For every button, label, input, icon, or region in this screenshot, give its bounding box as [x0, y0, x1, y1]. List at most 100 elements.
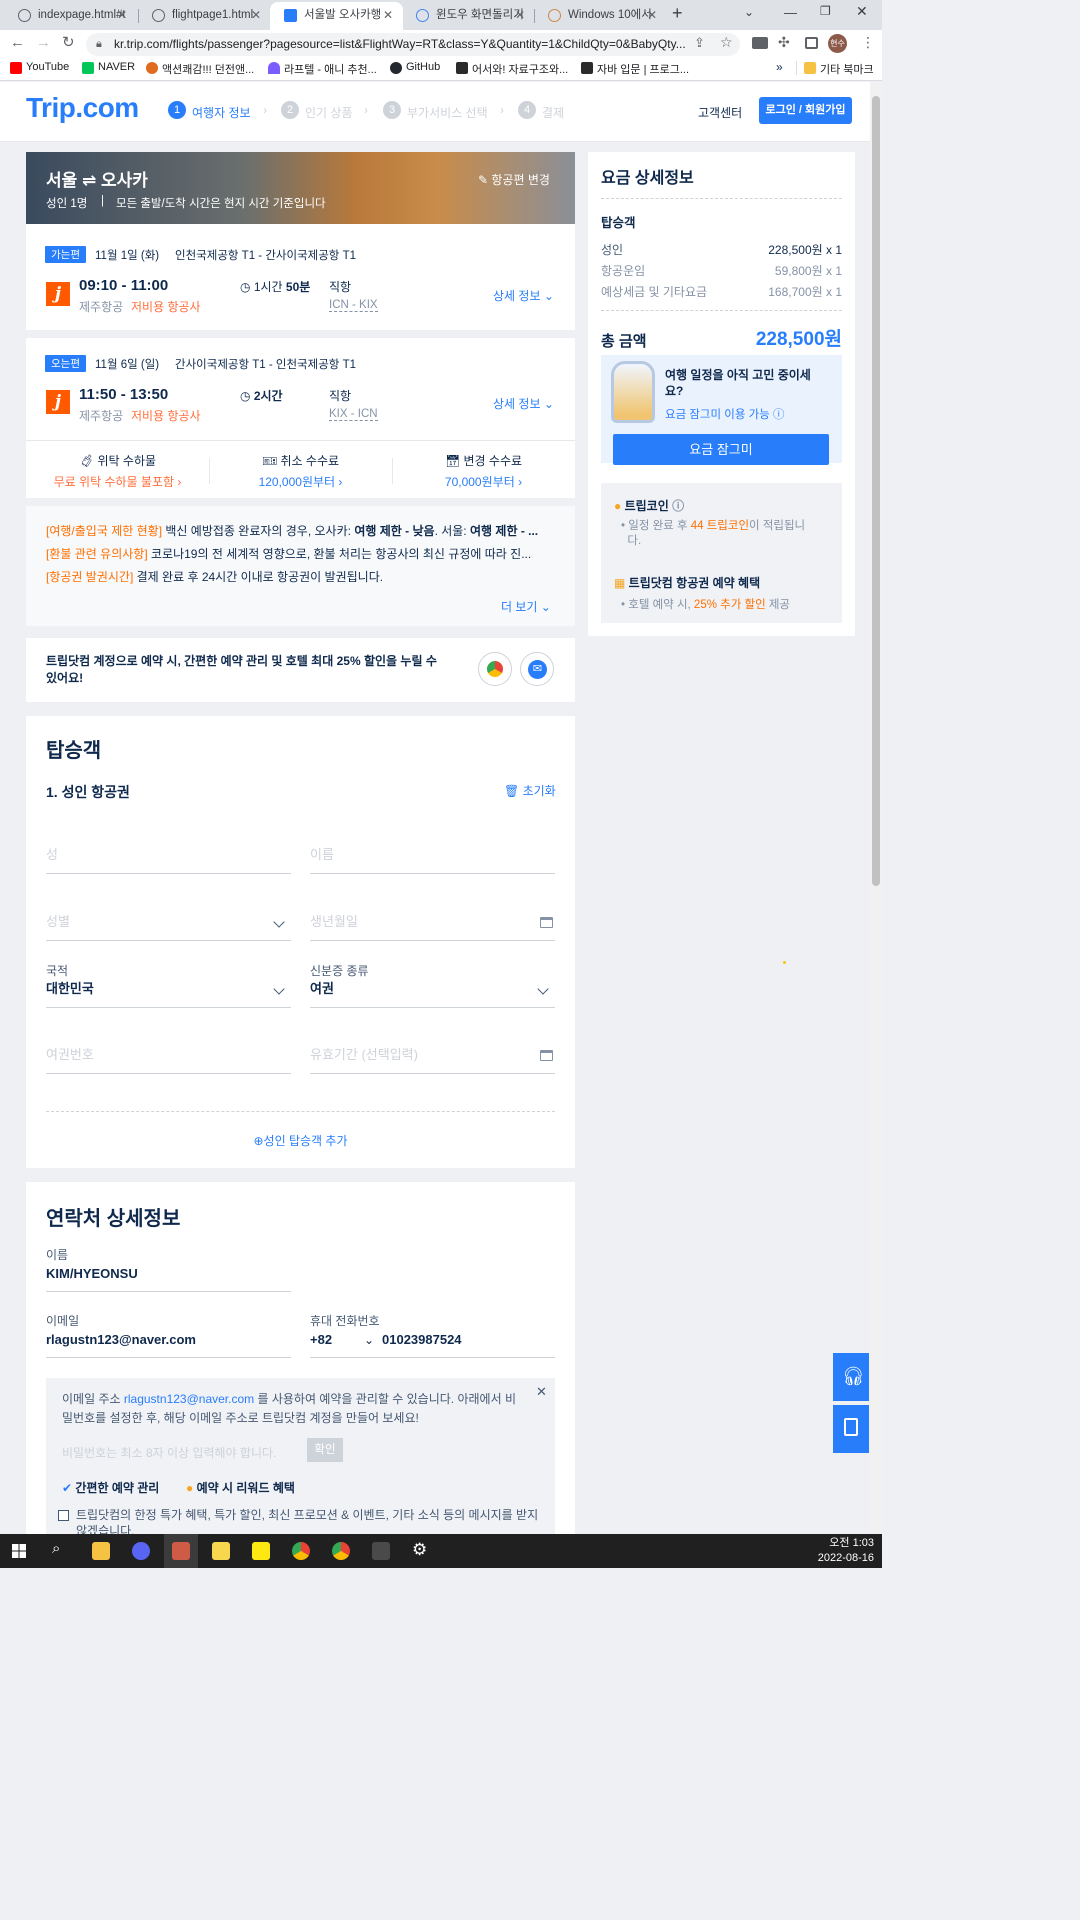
passenger-form-card: 탑승객 1. 성인 항공권 🗑︎ 초기화 성 이름 성별 생년월일 국적 대한민국… — [26, 716, 575, 1168]
country-code-select[interactable]: +82 — [310, 1332, 332, 1347]
price-section-label: 탑승객 — [601, 216, 636, 230]
chrome-login-button[interactable] — [478, 652, 512, 686]
profile-avatar[interactable]: 현수 — [828, 34, 847, 53]
chrome-icon[interactable] — [332, 1542, 350, 1560]
windows-start-icon[interactable] — [12, 1544, 26, 1558]
bookmark-laftel[interactable]: 라프텔 - 애니 추천... — [268, 61, 377, 77]
tripcom-logo[interactable]: Trip.com — [26, 92, 139, 124]
birthdate-field[interactable]: 생년월일 — [310, 901, 555, 941]
gender-select[interactable]: 성별 — [46, 901, 291, 941]
minimize-icon[interactable]: — — [784, 5, 797, 20]
search-icon[interactable]: ⌕ — [52, 1540, 60, 1557]
close-icon[interactable]: ✕ — [536, 1384, 547, 1400]
youtube-icon — [10, 62, 22, 74]
close-icon[interactable]: ✕ — [383, 2, 393, 28]
show-more-link[interactable]: 더 보기 ⌄ — [501, 598, 551, 615]
leg-detail-link[interactable]: 상세 정보 ⌄ — [493, 287, 554, 304]
browser-tab[interactable]: flightpage1.html ✕ — [138, 2, 271, 30]
clock-icon: ◷ — [240, 280, 254, 294]
leg-detail-link[interactable]: 상세 정보 ⌄ — [493, 395, 554, 412]
bookmark-github[interactable]: GitHub — [390, 61, 440, 74]
sidepanel-icon[interactable] — [805, 37, 818, 49]
close-icon[interactable]: ✕ — [117, 2, 127, 28]
browser-tab[interactable]: indexpage.html#t ✕ — [4, 2, 137, 30]
price-details-card: 요금 상세정보 탑승객 성인 228,500원 x 1 항공운임 59,800원… — [588, 152, 855, 636]
sublime-text-icon[interactable] — [372, 1542, 390, 1560]
contact-name-field[interactable]: 이름 KIM/HYEONSU — [46, 1248, 291, 1292]
nationality-select[interactable]: 국적 대한민국 — [46, 964, 291, 1008]
browser-tab[interactable]: 윈도우 화면돌리기 ✕ — [402, 2, 535, 30]
close-window-icon[interactable]: ✕ — [856, 3, 868, 20]
settings-gear-icon[interactable]: ⚙ — [412, 1540, 427, 1560]
bookmark-datastructure[interactable]: 어서와! 자료구조와... — [456, 61, 568, 77]
close-icon[interactable]: ✕ — [251, 2, 261, 28]
bookmark-dungeon[interactable]: 액션쾌감!!! 던전앤... — [146, 61, 254, 77]
share-icon[interactable]: ⇪ — [694, 35, 705, 51]
password-confirm-button[interactable]: 확인 — [307, 1438, 343, 1462]
reset-button[interactable]: 🗑︎ 초기화 — [504, 782, 556, 799]
sticky-notes-icon[interactable] — [212, 1542, 230, 1560]
chrome-icon[interactable] — [292, 1542, 310, 1560]
benefit-text: • 호텔 예약 시, 25% 추가 할인 제공 — [621, 599, 791, 611]
bookmarks-overflow-icon[interactable]: » — [776, 60, 783, 74]
contact-phone-field[interactable]: 휴대 전화번호 +82 ⌄ 01023987524 — [310, 1314, 555, 1358]
customer-support-float-button[interactable]: 🎧︎ — [833, 1353, 869, 1401]
browser-tab[interactable]: Windows 10에서 ✕ — [534, 2, 667, 30]
marketing-opt-out-checkbox[interactable] — [58, 1510, 69, 1521]
bookmark-youtube[interactable]: YouTube — [10, 61, 69, 74]
app-download-float-button[interactable] — [833, 1405, 869, 1453]
bookmark-other-folder[interactable]: 기타 북마크 — [804, 61, 874, 77]
price-lock-link[interactable]: 요금 잠그미 이용 가능 ⓘ — [665, 406, 785, 422]
chevron-right-icon: › — [263, 103, 267, 117]
notice-travel-restriction: [여행/출입국 제한 현황] 백신 예방접종 완료자의 경우, 오사카: 여행 … — [46, 524, 539, 538]
info-icon: ⓘ — [769, 409, 785, 421]
url-field[interactable]: 🔒︎ kr.trip.com/flights/passenger?pagesour… — [86, 33, 740, 56]
restore-icon[interactable]: ❐ — [820, 4, 831, 18]
file-explorer-icon[interactable] — [92, 1542, 110, 1560]
first-name-field[interactable]: 이름 — [310, 834, 555, 874]
password-input[interactable]: 비밀번호는 최소 8자 이상 입력해야 합니다. — [62, 1444, 276, 1461]
back-icon[interactable]: ← — [10, 34, 25, 51]
bookmark-java[interactable]: 자바 입문 | 프로그... — [581, 61, 689, 77]
bookmark-naver[interactable]: NAVER — [82, 61, 135, 74]
notice-box: [여행/출입국 제한 현황] 백신 예방접종 완료자의 경우, 오사카: 여행 … — [26, 506, 575, 626]
change-flight-button[interactable]: ✎ 항공편 변경 — [478, 171, 550, 188]
id-type-select[interactable]: 신분증 종류 여권 — [310, 964, 555, 1008]
cancel-fee[interactable]: 🎫︎ 취소 수수료 120,000원부터 › — [209, 452, 392, 490]
browser-tab-active[interactable]: 서울발 오사카행 ✕ — [270, 2, 403, 30]
reload-icon[interactable]: ↻ — [62, 33, 75, 51]
tab-search-icon[interactable]: ⌄ — [744, 5, 754, 19]
baggage-fee[interactable]: 🧳︎ 위탁 수하물 무료 위탁 수하물 불포함 › — [26, 452, 209, 490]
close-icon[interactable]: ✕ — [515, 2, 525, 28]
help-icon[interactable]: ⓘ — [669, 499, 684, 513]
page-scrollbar[interactable] — [870, 82, 882, 1534]
chevron-down-icon: ⌄ — [540, 397, 554, 411]
clock[interactable]: 오전 1:03 2022-08-16 — [806, 1536, 874, 1566]
discord-icon[interactable] — [132, 1542, 150, 1560]
fare-row-value: 168,700원 x 1 — [768, 285, 842, 299]
price-lock-text: 여행 일정을 아직 고민 중이세 요? — [665, 368, 811, 398]
fare-row-label: 항공운임 — [601, 264, 646, 278]
puzzle-icon[interactable]: ✣ — [778, 34, 790, 51]
new-tab-button[interactable]: + — [672, 3, 683, 24]
change-fee[interactable]: 📅︎ 변경 수수료 70,000원부터 › — [392, 452, 575, 490]
email-login-button[interactable]: ✉ — [520, 652, 554, 686]
passport-number-field[interactable]: 여권번호 — [46, 1034, 291, 1074]
menu-icon[interactable]: ⋮ — [861, 34, 875, 51]
kakaotalk-icon[interactable] — [252, 1542, 270, 1560]
contact-email-field[interactable]: 이메일 rlagustn123@naver.com — [46, 1314, 291, 1358]
extension-icon[interactable] — [752, 37, 768, 49]
scrollbar-thumb[interactable] — [872, 96, 880, 886]
last-name-field[interactable]: 성 — [46, 834, 291, 874]
star-icon[interactable]: ☆ — [720, 34, 733, 51]
return-badge: 오는편 — [45, 355, 86, 372]
passport-expiry-field[interactable]: 유효기간 (선택입력) — [310, 1034, 555, 1074]
chevron-down-icon: ⌄ — [540, 289, 554, 303]
forward-icon[interactable]: → — [36, 34, 51, 51]
price-lock-button[interactable]: 요금 잠그미 — [613, 434, 829, 465]
login-signup-button[interactable]: 로그인 / 회원가입 — [759, 97, 852, 124]
add-adult-passenger-button[interactable]: ⊕성인 탑승객 추가 — [26, 1132, 575, 1149]
customer-service-link[interactable]: 고객센터 — [698, 104, 742, 121]
step-addons: 3 부가서비스 선택 — [383, 101, 488, 121]
close-icon[interactable]: ✕ — [647, 2, 657, 28]
